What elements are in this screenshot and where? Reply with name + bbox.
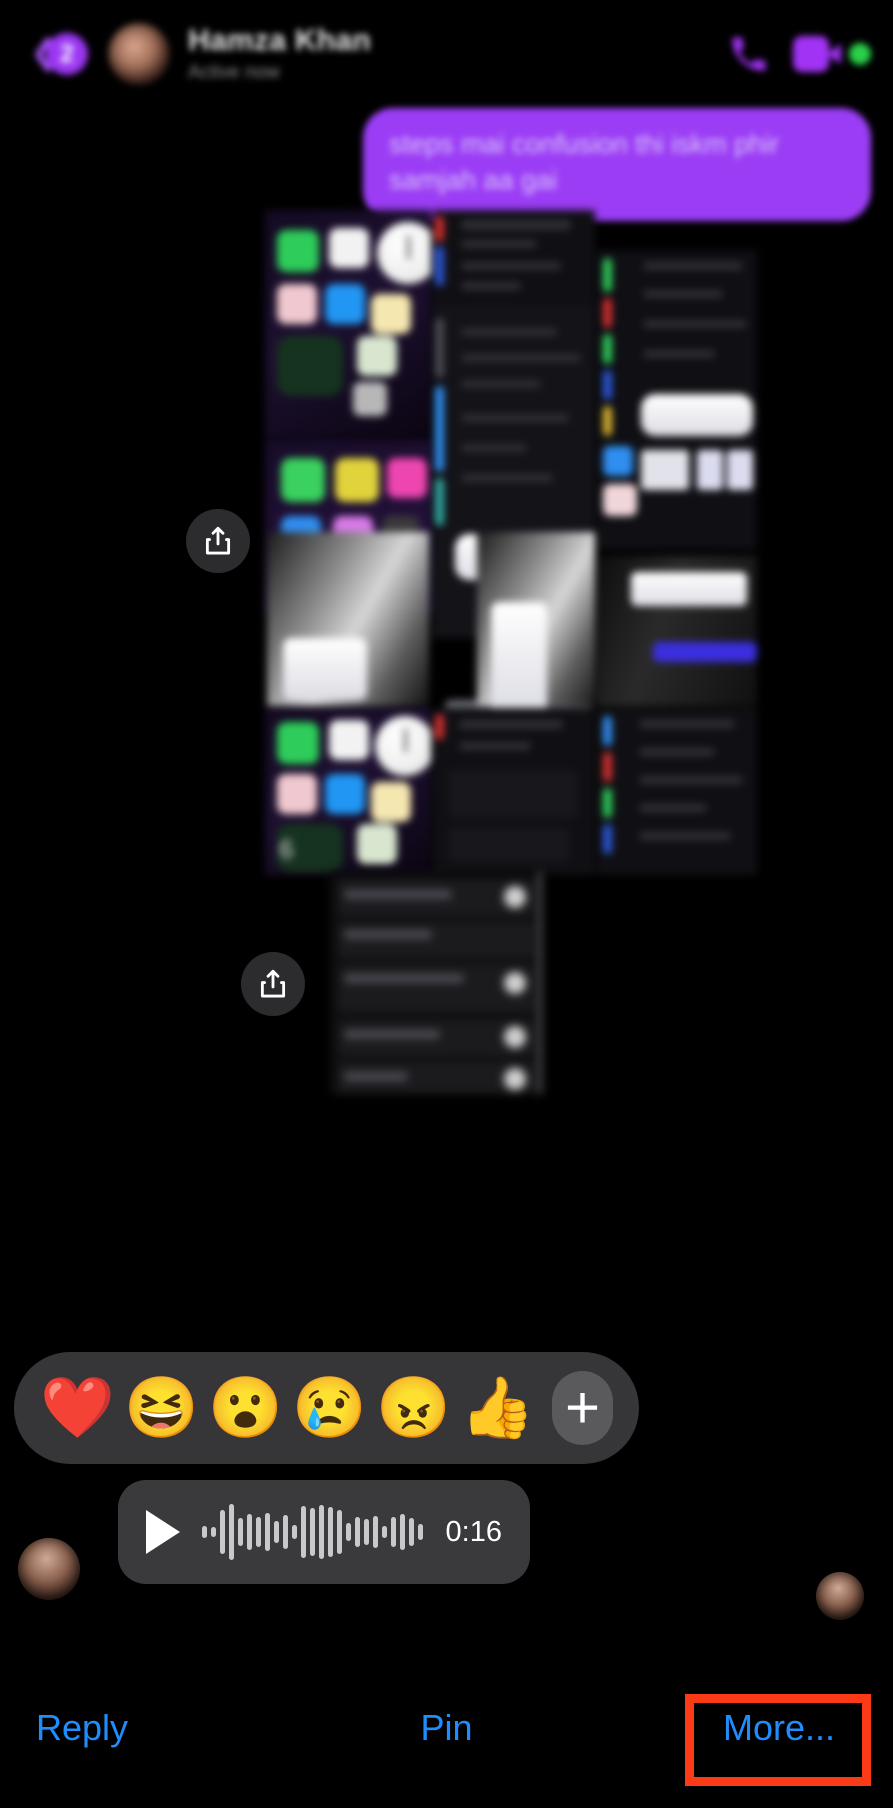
waveform-bar: [391, 1517, 396, 1547]
waveform-bar: [238, 1518, 243, 1546]
laugh-reaction[interactable]: 😆: [124, 1371, 199, 1445]
play-triangle-icon[interactable]: [146, 1510, 180, 1554]
waveform-bar: [283, 1515, 288, 1549]
collage-overflow-count: 6: [279, 834, 294, 864]
waveform-bar: [337, 1510, 342, 1554]
read-receipt-avatar: [816, 1572, 864, 1620]
wow-reaction[interactable]: 😮: [208, 1371, 283, 1445]
waveform-bar: [409, 1518, 414, 1546]
waveform-bar: [301, 1506, 306, 1558]
contact-avatar[interactable]: [108, 23, 170, 85]
waveform-bar: [346, 1523, 351, 1541]
waveform-bar: [247, 1514, 252, 1550]
pin-button[interactable]: Pin: [420, 1707, 472, 1749]
unread-badge[interactable]: 2: [46, 33, 88, 75]
waveform-bar: [382, 1526, 387, 1538]
outgoing-message-bubble[interactable]: steps mai confusion thi iskm phir samjah…: [363, 108, 871, 221]
messenger-screen: 2 Hamza Khan Active now steps mai confus…: [0, 0, 893, 1808]
video-call-button[interactable]: [793, 36, 871, 72]
header-actions: [727, 32, 871, 76]
waveform-bar: [418, 1524, 423, 1540]
sender-avatar[interactable]: [18, 1538, 80, 1600]
waveform-bar: [202, 1526, 207, 1538]
phone-icon[interactable]: [727, 32, 771, 76]
contact-info[interactable]: Hamza Khan Active now: [188, 24, 371, 84]
waveform-bar: [211, 1527, 216, 1537]
waveform-bar: [310, 1508, 315, 1556]
waveform-bar: [274, 1521, 279, 1543]
waveform-bar: [328, 1507, 333, 1557]
share-upload-icon: [205, 526, 231, 555]
share-button-attachment-2[interactable]: [241, 952, 305, 1016]
waveform-bar: [220, 1510, 225, 1554]
heart-reaction[interactable]: ❤️: [40, 1371, 115, 1445]
waveform-bar: [364, 1519, 369, 1545]
sad-reaction[interactable]: 😢: [292, 1371, 367, 1445]
waveform-bar: [355, 1517, 360, 1547]
contact-name: Hamza Khan: [188, 24, 372, 57]
online-status-dot: [849, 43, 871, 65]
share-upload-icon: [260, 969, 286, 998]
contact-status: Active now: [188, 62, 280, 83]
angry-reaction[interactable]: 😠: [376, 1371, 451, 1445]
waveform-bar: [400, 1514, 405, 1550]
more-button-highlight: [685, 1694, 871, 1786]
attachment-image-screenshot[interactable]: [330, 872, 542, 1094]
waveform-bar: [319, 1505, 324, 1559]
back-button[interactable]: 2: [22, 33, 88, 75]
thumbsup-reaction[interactable]: 👍: [460, 1371, 535, 1445]
voice-message-bubble[interactable]: 0:16: [118, 1480, 530, 1584]
waveform-bar: [256, 1517, 261, 1547]
voice-duration: 0:16: [445, 1515, 502, 1548]
share-button-attachment-1[interactable]: [186, 509, 250, 573]
reply-button[interactable]: Reply: [36, 1707, 128, 1749]
conversation-header: 2 Hamza Khan Active now: [0, 0, 893, 108]
waveform-bar: [265, 1513, 270, 1551]
waveform-bar: [229, 1504, 234, 1560]
waveform-bar: [373, 1516, 378, 1548]
waveform-bar: [292, 1525, 297, 1539]
attachment-image-collage[interactable]: 6: [265, 210, 757, 875]
video-camera-icon[interactable]: [793, 36, 841, 72]
more-reactions-button[interactable]: [552, 1371, 613, 1445]
chevron-left-icon[interactable]: [22, 34, 44, 74]
voice-waveform[interactable]: [202, 1504, 428, 1560]
reaction-bar: ❤️ 😆 😮 😢 😠 👍: [14, 1352, 639, 1464]
